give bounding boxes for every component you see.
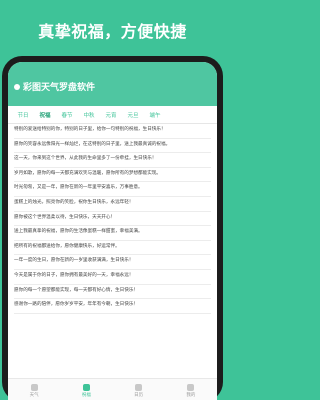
app-logo-icon bbox=[14, 83, 20, 90]
nav-label: 天气 bbox=[29, 392, 39, 398]
nav-label: 祝福 bbox=[81, 392, 91, 398]
list-item[interactable]: 愿你的笑容永远像阳光一样灿烂，在这特别的日子里，送上我最真诚的祝福。 bbox=[14, 139, 211, 154]
weather-icon bbox=[30, 383, 38, 391]
bottom-nav: 天气 祝福 日历 我的 bbox=[8, 378, 217, 400]
list-item[interactable]: 愿你被这个世界温柔以待，生日快乐，天天开心！ bbox=[14, 212, 211, 227]
tab-4[interactable]: 元宵 bbox=[100, 111, 122, 119]
list-item[interactable]: 把所有的祝福都送给你，愿你健康快乐，好运常伴。 bbox=[14, 241, 211, 256]
list-item[interactable]: 特别的爱送给特别的你，特别的日子里，给你一句特别的祝福，生日快乐！ bbox=[14, 124, 211, 139]
tab-3[interactable]: 中秋 bbox=[78, 111, 100, 119]
profile-icon bbox=[187, 383, 195, 391]
list-item[interactable]: 岁月如歌，愿你的每一天都充满欢笑与温暖，愿你所有的梦想都能实现。 bbox=[14, 168, 211, 183]
list-item[interactable]: 时光匆匆，又是一年，愿你在新的一年里平安喜乐，万事胜意。 bbox=[14, 182, 211, 197]
promo-headline: 真挚祝福，方便快捷 bbox=[38, 22, 187, 41]
app-title-row: 彩图天气罗盘软件 bbox=[14, 80, 95, 93]
nav-weather[interactable]: 天气 bbox=[29, 383, 39, 398]
list-item[interactable]: 送上我最真挚的祝福，愿你的生活像蛋糕一样甜蜜，幸福美满。 bbox=[14, 226, 211, 241]
phone-screen: 彩图天气罗盘软件 节日 祝福 春节 中秋 元宵 元旦 端午 特别的爱送给特别的你… bbox=[8, 62, 217, 400]
phone-frame: 彩图天气罗盘软件 节日 祝福 春节 中秋 元宵 元旦 端午 特别的爱送给特别的你… bbox=[2, 56, 223, 400]
list-item[interactable]: 一年一度的生日，愿你在新的一岁里收获满满，生日快乐！ bbox=[14, 255, 211, 270]
category-tabs: 节日 祝福 春节 中秋 元宵 元旦 端午 bbox=[8, 106, 217, 124]
blessing-icon bbox=[82, 383, 90, 391]
nav-label: 日历 bbox=[134, 392, 144, 398]
list-item[interactable]: 愿你的每一个愿望都能实现，每一天都有好心情，生日快乐！ bbox=[14, 285, 211, 300]
list-item[interactable]: 蛋糕上的烛光，照亮你的笑脸，祝你生日快乐，永远年轻！ bbox=[14, 197, 211, 212]
tab-0[interactable]: 节日 bbox=[12, 111, 34, 119]
list-item[interactable]: 这一天，你来到这个世界，从此我的生命里多了一份牵挂，生日快乐！ bbox=[14, 153, 211, 168]
nav-label: 我的 bbox=[186, 392, 196, 398]
list-item[interactable]: 感谢你一路的陪伴，愿你岁岁平安，年年有今朝，生日快乐！ bbox=[14, 299, 211, 314]
app-title: 彩图天气罗盘软件 bbox=[23, 83, 96, 93]
tab-5[interactable]: 元旦 bbox=[122, 111, 144, 119]
calendar-icon bbox=[135, 383, 143, 391]
tab-2[interactable]: 春节 bbox=[56, 111, 78, 119]
blessing-list: 特别的爱送给特别的你，特别的日子里，给你一句特别的祝福，生日快乐！ 愿你的笑容永… bbox=[8, 124, 217, 378]
nav-blessing[interactable]: 祝福 bbox=[81, 383, 91, 398]
tab-6[interactable]: 端午 bbox=[144, 111, 166, 119]
tab-1[interactable]: 祝福 bbox=[34, 111, 56, 119]
list-item[interactable]: 今天是属于你的日子，愿你拥有最美好的一天，幸福永远！ bbox=[14, 270, 211, 285]
nav-calendar[interactable]: 日历 bbox=[134, 383, 144, 398]
app-bar: 彩图天气罗盘软件 bbox=[8, 62, 217, 106]
nav-profile[interactable]: 我的 bbox=[186, 383, 196, 398]
